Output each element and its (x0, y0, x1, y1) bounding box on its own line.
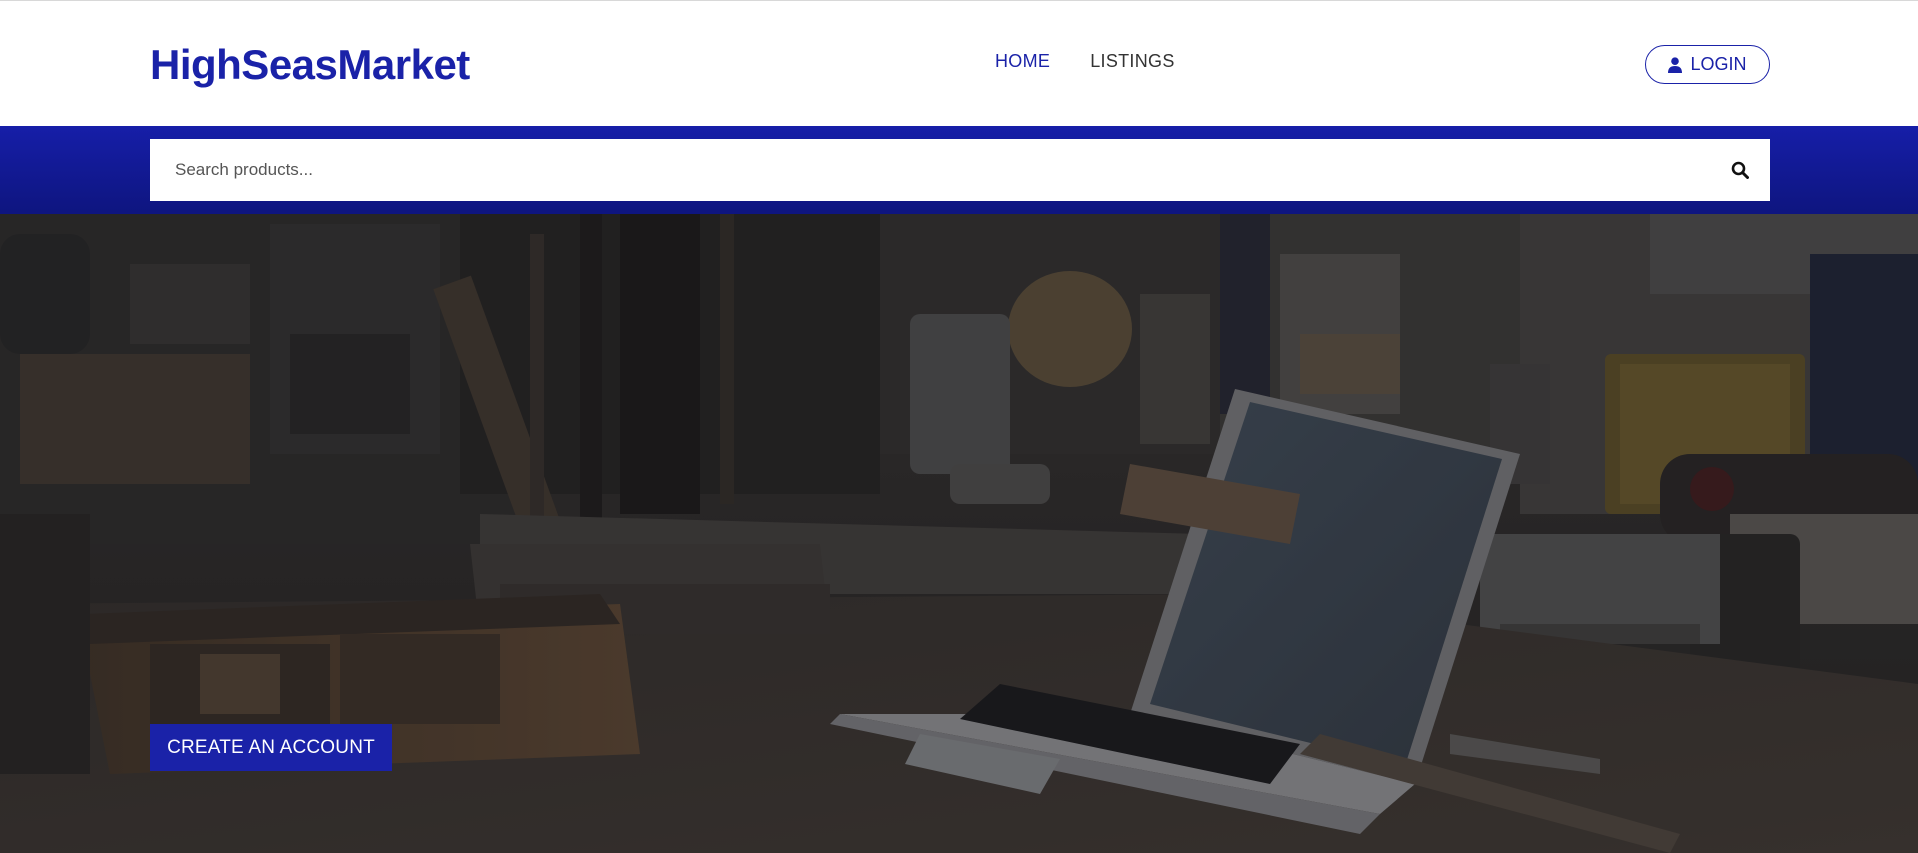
top-navbar: HighSeasMarket HOME LISTINGS LOGIN (0, 0, 1918, 126)
user-icon (1668, 56, 1683, 73)
search-box (150, 139, 1770, 201)
login-label: LOGIN (1690, 54, 1747, 74)
login-button[interactable]: LOGIN (1645, 45, 1770, 84)
nav-listings-link[interactable]: LISTINGS (1090, 51, 1174, 72)
search-input[interactable] (150, 139, 1710, 201)
nav-home-link[interactable]: HOME (995, 51, 1050, 72)
create-account-button[interactable]: CREATE AN ACCOUNT (150, 724, 392, 771)
hero-banner: CREATE AN ACCOUNT (0, 214, 1918, 853)
search-band (0, 126, 1918, 214)
main-nav: HOME LISTINGS (995, 51, 1175, 72)
brand-logo[interactable]: HighSeasMarket (150, 39, 470, 91)
search-icon[interactable] (1710, 139, 1770, 201)
